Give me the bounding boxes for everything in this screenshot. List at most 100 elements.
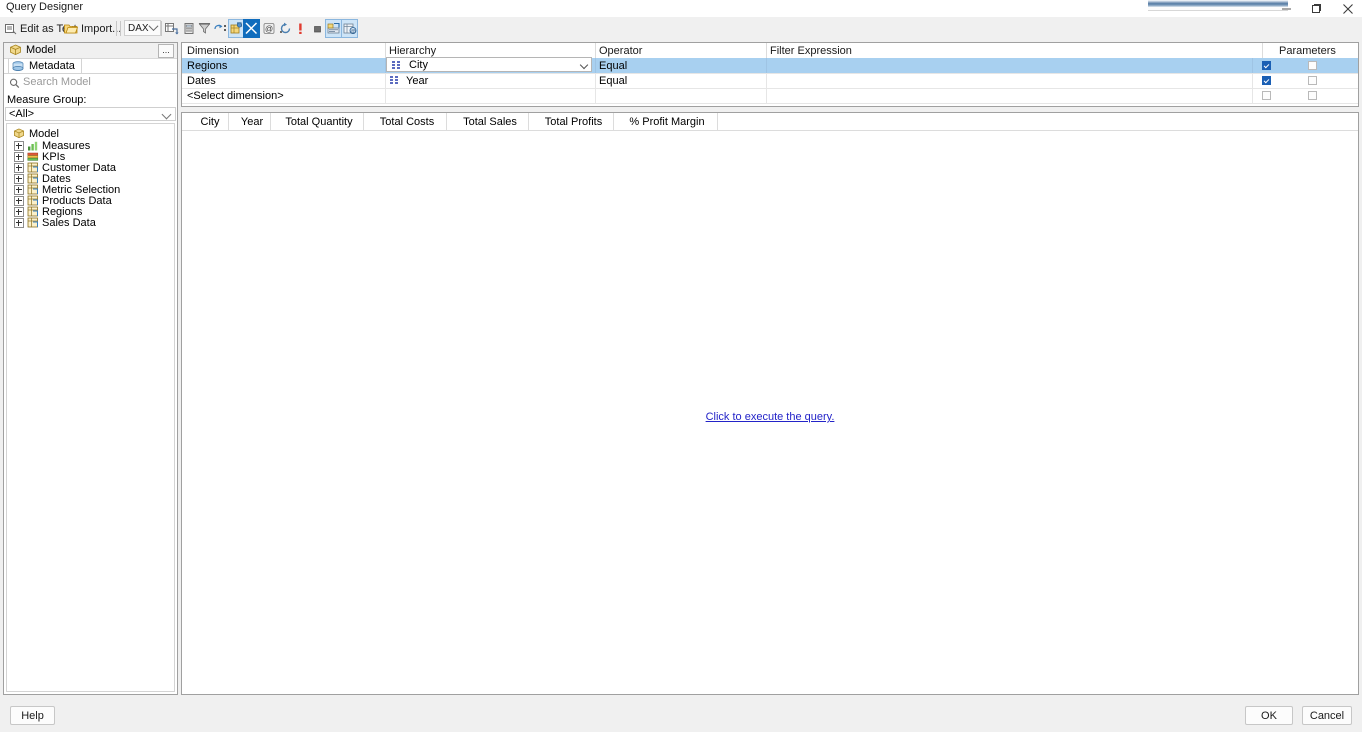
result-grid: City Year Total Quantity Total Costs Tot… [181,112,1359,695]
cell-operator[interactable]: Equal [599,75,627,87]
import-button[interactable]: Import... [64,19,121,38]
top-gradient-strip-shadow [1148,7,1288,11]
expand-icon[interactable] [14,140,24,151]
table-icon [27,162,38,173]
secondary-checkbox[interactable] [1308,76,1317,85]
expand-icon[interactable] [14,173,24,184]
model-tree[interactable]: Model Measures KPIs Customer Data Dates … [6,123,175,692]
stop-button[interactable] [309,19,326,38]
svg-text:@: @ [265,25,273,34]
delete-button[interactable] [180,19,197,38]
minimize-button[interactable] [1271,0,1301,17]
tab-metadata[interactable]: Metadata [8,58,82,73]
cell-dimension[interactable]: Regions [187,60,227,72]
column-header-total-profits[interactable]: Total Profits [532,116,615,128]
hierarchy-select[interactable]: City [386,57,592,72]
design-mode-button[interactable] [325,19,342,38]
execute-query-link[interactable]: Click to execute the query. [182,411,1358,423]
tree-root-model[interactable]: Model [13,128,59,140]
refresh-icon [280,22,291,34]
column-header-total-costs[interactable]: Total Costs [367,116,447,128]
edit-as-text-icon [5,24,17,35]
add-calculated-member-button[interactable] [163,19,180,38]
column-header-profit-margin[interactable]: % Profit Margin [617,116,717,128]
parameter-checkbox[interactable] [1262,76,1271,85]
measure-group-value: <All> [9,108,35,120]
expand-icon[interactable] [14,217,24,228]
model-panel-more-button[interactable]: ... [158,44,174,58]
close-icon [1343,3,1353,14]
tree-item-customer-data[interactable]: Customer Data [14,162,116,174]
cell-dimension[interactable]: Dates [187,75,216,87]
header-separator [363,113,364,130]
header-separator [385,43,386,58]
search-model-input[interactable]: Search Model [6,76,175,90]
secondary-checkbox[interactable] [1308,91,1317,100]
maximize-icon [1311,4,1321,13]
filter-grid-header: Dimension Hierarchy Operator Filter Expr… [182,43,1358,59]
measure-group-select[interactable]: <All> [5,107,176,121]
chevron-down-icon[interactable] [579,60,589,70]
expand-icon[interactable] [14,151,24,162]
at-button[interactable]: @ [261,19,278,38]
tab-underline [4,73,177,74]
maximize-button[interactable] [1301,0,1331,17]
cell-operator[interactable]: Equal [599,60,627,72]
toolbar-separator-1 [116,21,117,36]
tree-item-sales-data[interactable]: Sales Data [14,217,96,229]
column-header-filter-expression[interactable]: Filter Expression [770,45,852,57]
filter-button[interactable] [196,19,213,38]
at-icon: @ [263,23,275,34]
expand-icon[interactable] [14,184,24,195]
tree-item-regions[interactable]: Regions [14,206,82,218]
column-header-total-quantity[interactable]: Total Quantity [274,116,364,128]
cell-separator [766,58,767,73]
secondary-checkbox[interactable] [1308,61,1317,70]
parameter-checkbox[interactable] [1262,91,1271,100]
metadata-icon [12,61,24,71]
ok-button[interactable]: OK [1245,706,1293,725]
cell-separator [766,73,767,88]
column-header-operator[interactable]: Operator [599,45,642,57]
table-row[interactable]: Regions Equal [182,58,1358,74]
cell-separator [1252,58,1253,73]
header-separator [446,113,447,130]
query-language-select[interactable]: DAX [124,20,161,36]
expand-icon[interactable] [14,206,24,217]
table-icon [27,173,38,184]
tree-item-metric-selection[interactable]: Metric Selection [14,184,120,196]
delete-query-icon [245,22,258,35]
expand-icon[interactable] [14,195,24,206]
exclamation-icon [299,23,302,34]
exclamation-button[interactable] [292,19,309,38]
column-header-parameters[interactable]: Parameters [1279,45,1336,57]
parameter-checkbox[interactable] [1262,61,1271,70]
column-header-hierarchy[interactable]: Hierarchy [389,45,436,57]
cell-hierarchy[interactable]: Year [406,75,428,87]
toolbar-separator-2 [120,21,121,36]
cell-dimension[interactable]: <Select dimension> [187,90,284,102]
table-row[interactable]: <Select dimension> [182,88,1358,104]
table-row[interactable]: Dates Equal Year [182,73,1358,89]
expand-icon[interactable] [14,162,24,173]
column-header-dimension[interactable]: Dimension [187,45,239,57]
hierarchy-value: City [409,59,428,71]
column-header-total-sales[interactable]: Total Sales [450,116,530,128]
tree-item-kpis[interactable]: KPIs [14,151,65,163]
delete-query-button[interactable] [243,19,260,38]
tree-item-measures[interactable]: Measures [14,140,90,152]
query-parameters-icon: @ [343,23,356,35]
tree-item-dates[interactable]: Dates [14,173,71,185]
chevron-down-icon [161,109,172,120]
cancel-button[interactable]: Cancel [1302,706,1352,725]
tree-item-products-data[interactable]: Products Data [14,195,112,207]
query-parameters-button[interactable]: @ [341,19,358,38]
close-button[interactable] [1333,0,1362,17]
header-separator [595,43,596,58]
help-button[interactable]: Help [10,706,55,725]
column-header-year[interactable]: Year [232,116,272,128]
auto-execute-button[interactable] [212,19,229,38]
table-icon [27,206,38,217]
column-header-city[interactable]: City [190,116,230,128]
cell-separator [1252,73,1253,88]
